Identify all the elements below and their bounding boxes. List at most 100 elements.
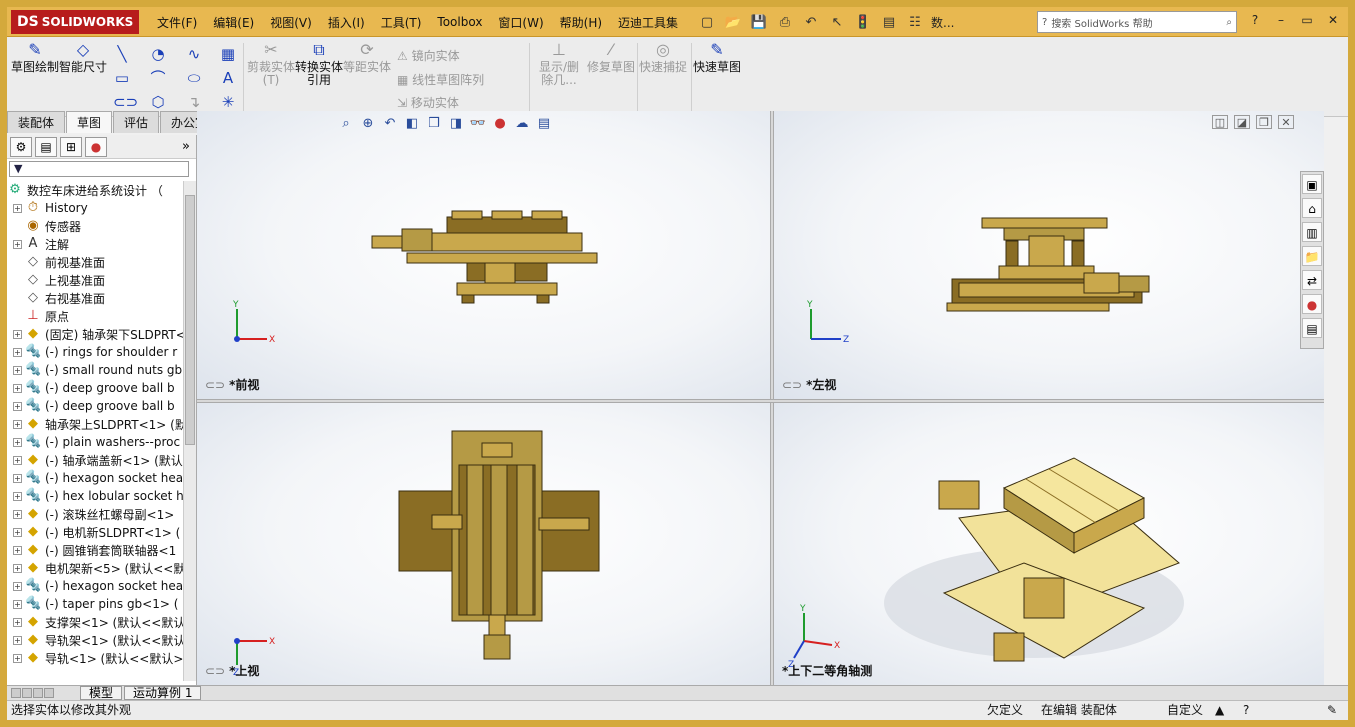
expand-icon[interactable]: + <box>13 239 22 249</box>
viewport-splitter-horizontal[interactable] <box>197 399 1324 403</box>
tab-motion-study-1[interactable]: 运动算例 1 <box>124 686 202 700</box>
search-icon[interactable]: ⌕ <box>1226 17 1232 28</box>
options-icon[interactable]: ☷ <box>905 12 925 32</box>
offset-entities-button[interactable]: ⟳ 等距实体 <box>343 41 391 74</box>
open-folder-icon[interactable]: 📂 <box>723 12 743 32</box>
solidworks-resources-icon[interactable]: ▣ <box>1302 174 1322 194</box>
linear-pattern-button[interactable]: ▦ 线性草图阵列 <box>397 71 484 88</box>
solidworks-logo[interactable]: DS SOLIDWORKS <box>11 10 139 34</box>
expand-icon[interactable]: + <box>13 491 22 501</box>
link-icon[interactable]: ⊂⊃ <box>205 378 225 392</box>
new-document-icon[interactable]: ▢ <box>697 12 717 32</box>
tree-root[interactable]: ⚙ 数控车床进给系统设计 （ <box>7 181 183 199</box>
fillet-icon[interactable]: ↴ <box>185 93 203 111</box>
expand-icon[interactable]: + <box>13 419 22 429</box>
expand-icon[interactable]: + <box>13 455 22 465</box>
rectangle-icon[interactable]: ▭ <box>113 69 131 87</box>
print-icon[interactable]: ⎙ <box>775 12 795 32</box>
tree-item[interactable]: + ◆ (-) 电机新SLDPRT<1> ( <box>7 523 183 541</box>
feature-tree-icon[interactable]: ⚙ <box>10 136 32 157</box>
tree-item[interactable]: + ◆ (-) 圆锥销套筒联轴器<1 <box>7 541 183 559</box>
centerpoint-arc-icon[interactable]: ◔ <box>149 45 167 63</box>
tree-item[interactable]: + ◆ 支撑架<1> (默认<<默认 <box>7 613 183 631</box>
help-icon[interactable]: ? <box>1243 701 1249 720</box>
save-icon[interactable]: 💾 <box>749 12 769 32</box>
viewport-isometric[interactable]: Y X Z *上下二等角轴测 <box>774 403 1324 685</box>
line-icon[interactable]: ╲ <box>113 45 131 63</box>
move-entities-button[interactable]: ⇲ 移动实体 <box>397 94 459 111</box>
mirror-entities-button[interactable]: ⚠ 镜向实体 <box>397 47 460 64</box>
slot-icon[interactable]: ⊂⊃ <box>113 93 138 111</box>
file-explorer-icon[interactable]: 📁 <box>1302 246 1322 266</box>
expand-icon[interactable]: + <box>13 437 22 447</box>
arc-icon[interactable]: ⌒ <box>149 69 167 87</box>
convert-entities-button[interactable]: ⧉ 转换实体引用 <box>295 41 343 87</box>
expand-icon[interactable]: + <box>13 635 22 645</box>
select-pointer-icon[interactable]: ↖ <box>827 12 847 32</box>
viewport-top[interactable]: X Z ⊂⊃ *上视 <box>197 403 770 685</box>
tab-sketch[interactable]: 草图 <box>66 111 113 133</box>
repair-sketch-button[interactable]: ⁄ 修复草图 <box>587 41 635 74</box>
expand-icon[interactable]: + <box>13 599 22 609</box>
tree-item[interactable]: ⊥ 原点 <box>7 307 183 325</box>
menu-tools[interactable]: 工具(T) <box>373 14 430 31</box>
tree-item[interactable]: + 🔩 (-) rings for shoulder r <box>7 343 183 361</box>
expand-icon[interactable]: + <box>13 653 22 663</box>
polygon-icon[interactable]: ⬡ <box>149 93 167 111</box>
menu-view[interactable]: 视图(V) <box>262 14 320 31</box>
property-manager-icon[interactable]: ▤ <box>35 136 57 157</box>
expand-icon[interactable]: + <box>13 581 22 591</box>
minimize-icon[interactable]: – <box>1272 11 1290 29</box>
tree-item[interactable]: ◇ 上视基准面 <box>7 271 183 289</box>
view-palette-icon[interactable]: ⇄ <box>1302 270 1322 290</box>
point-grid-icon[interactable]: ▦ <box>219 45 237 63</box>
configuration-manager-icon[interactable]: ⊞ <box>60 136 82 157</box>
tree-item[interactable]: + ◆ (固定) 轴承架下SLDPRT< <box>7 325 183 343</box>
tab-model[interactable]: 模型 <box>80 686 123 700</box>
tree-item[interactable]: + 🔩 (-) small round nuts gb <box>7 361 183 379</box>
design-library-icon[interactable]: ▥ <box>1302 222 1322 242</box>
menu-edit[interactable]: 编辑(E) <box>205 14 262 31</box>
tree-item[interactable]: ◇ 右视基准面 <box>7 289 183 307</box>
tree-item[interactable]: + ◆ 轴承架上SLDPRT<1> (默 <box>7 415 183 433</box>
menu-window[interactable]: 窗口(W) <box>490 14 551 31</box>
link-icon[interactable]: ⊂⊃ <box>205 664 225 678</box>
tree-item[interactable]: + 🔩 (-) hex lobular socket h <box>7 487 183 505</box>
ellipse-icon[interactable]: ⬭ <box>185 69 203 87</box>
tree-item[interactable]: + ◆ 导轨<1> (默认<<默认> <box>7 649 183 667</box>
tree-item[interactable]: + 🔩 (-) deep groove ball b <box>7 379 183 397</box>
menu-insert[interactable]: 插入(I) <box>320 14 373 31</box>
sketch-button[interactable]: ✎ 草图绘制 <box>11 41 59 74</box>
next-tab-icon[interactable] <box>33 688 43 698</box>
undo-icon[interactable]: ↶ <box>801 12 821 32</box>
help-icon[interactable]: ? <box>1246 11 1264 29</box>
tree-item[interactable]: + 🔩 (-) plain washers--proc <box>7 433 183 451</box>
rapid-sketch-button[interactable]: ✎ 快速草图 <box>693 41 741 74</box>
tree-item[interactable]: + 🔩 (-) deep groove ball b <box>7 397 183 415</box>
status-menu-icon[interactable]: ✎ <box>1327 701 1337 720</box>
help-search-box[interactable]: ? 搜索 SolidWorks 帮助 ⌕ <box>1037 11 1237 33</box>
expand-icon[interactable]: + <box>13 383 22 393</box>
first-tab-icon[interactable] <box>11 688 21 698</box>
appearances-icon[interactable]: ● <box>1302 294 1322 314</box>
expand-icon[interactable]: + <box>13 473 22 483</box>
panel-expand-icon[interactable]: » <box>182 139 190 154</box>
tab-assembly[interactable]: 装配体 <box>7 111 66 133</box>
tree-filter[interactable]: ▼ <box>9 161 189 177</box>
menu-toolbox[interactable]: Toolbox <box>429 15 490 29</box>
expand-icon[interactable]: + <box>13 203 22 213</box>
rebuild-icon[interactable]: 🚦 <box>853 12 873 32</box>
display-delete-relations-button[interactable]: ⊥ 显示/删除几... <box>535 41 583 87</box>
maximize-icon[interactable]: ▭ <box>1298 11 1316 29</box>
tree-item[interactable]: + ◆ 电机架新<5> (默认<<默 <box>7 559 183 577</box>
viewport-left[interactable]: ◫ ◪ ❐ ✕ Y Z ⊂⊃ *左视 ▣ ⌂ ▥ 📁 ⇄ ● ▤ <box>774 111 1324 399</box>
prev-tab-icon[interactable] <box>22 688 32 698</box>
spline-icon[interactable]: ∿ <box>185 45 203 63</box>
expand-icon[interactable]: + <box>13 329 22 339</box>
link-icon[interactable]: ⊂⊃ <box>782 378 802 392</box>
last-tab-icon[interactable] <box>44 688 54 698</box>
tree-item[interactable]: + 🔩 (-) hexagon socket hea <box>7 469 183 487</box>
tree-item[interactable]: + 🔩 (-) hexagon socket hea <box>7 577 183 595</box>
expand-icon[interactable]: + <box>13 527 22 537</box>
tree-item[interactable]: + ◆ (-) 轴承端盖新<1> (默认 <box>7 451 183 469</box>
